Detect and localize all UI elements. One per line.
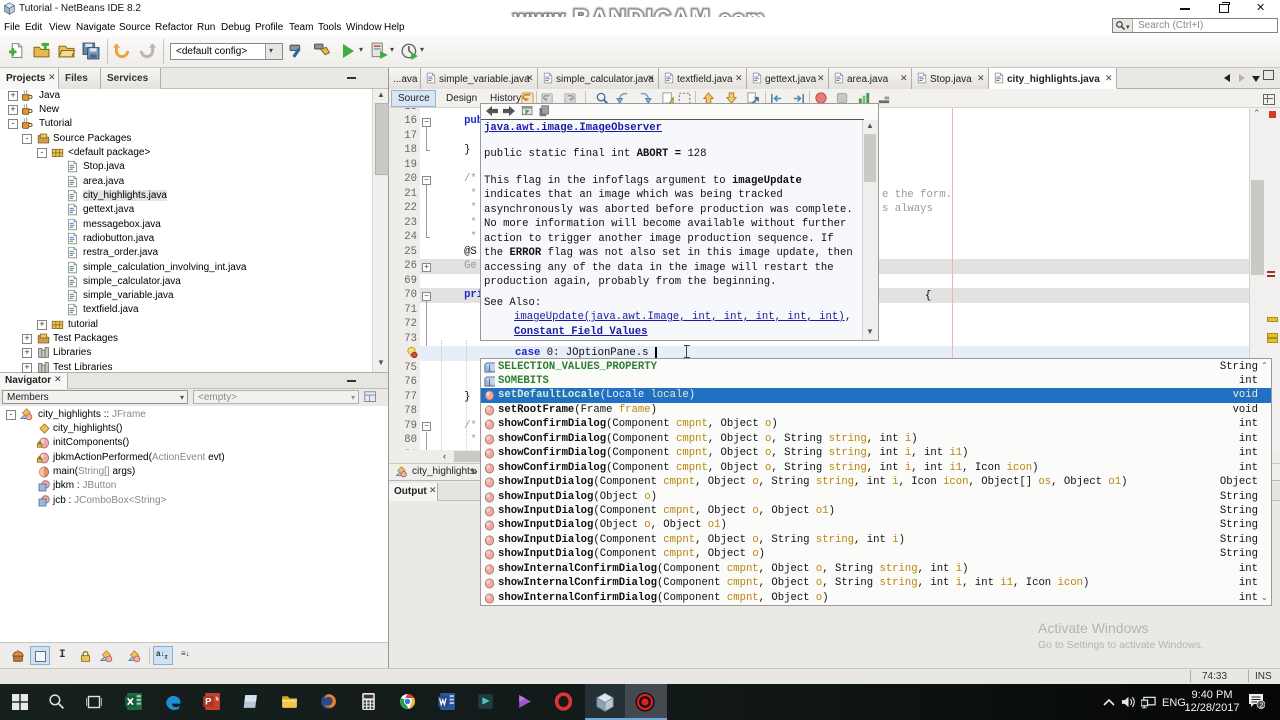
svg-text:2: 2 xyxy=(1259,700,1263,709)
svg-text:P: P xyxy=(205,697,212,708)
